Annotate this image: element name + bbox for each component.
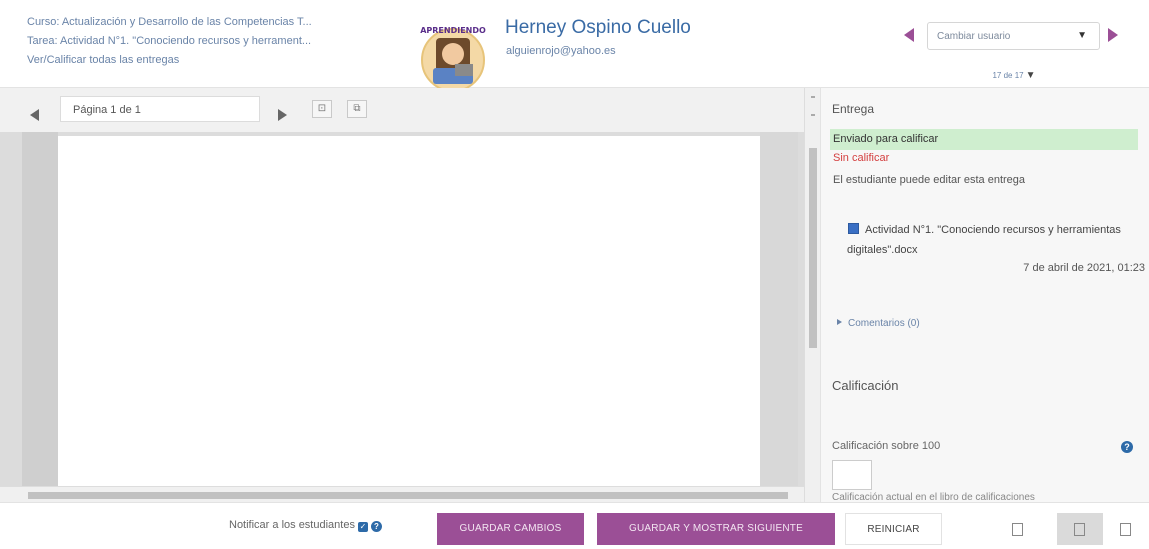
submission-panel: Entrega Enviado para calificar Sin calif… <box>820 88 1149 502</box>
view-all-submissions-link[interactable]: Ver/Calificar todas las entregas <box>27 51 387 70</box>
next-page-icon[interactable] <box>278 109 287 121</box>
vertical-scrollbar-thumb[interactable] <box>809 148 817 348</box>
save-and-show-next-button[interactable]: GUARDAR Y MOSTRAR SIGUIENTE <box>597 513 835 545</box>
layout-right-icon <box>1120 523 1131 536</box>
current-gradebook-grade: Calificación actual en el libro de calif… <box>832 492 1035 502</box>
previous-page-icon[interactable] <box>30 109 39 121</box>
previous-user-arrow-icon[interactable] <box>904 28 914 42</box>
notify-students-label: Notificar a los estudiantes <box>229 519 355 531</box>
course-info: Curso: Actualización y Desarrollo de las… <box>27 13 387 70</box>
notify-students-checkbox[interactable]: ✓ <box>357 522 368 532</box>
document-viewer: Página 1 de 1 ⊡ ⧉ <box>0 88 820 502</box>
user-email: alguienrojo@yahoo.es <box>506 45 616 57</box>
submitted-file: Actividad N°1. "Conociendo recursos y he… <box>847 220 1147 260</box>
user-count-text: 17 de 17 <box>992 71 1024 80</box>
chevron-down-icon: ▼ <box>1077 30 1087 41</box>
user-name[interactable]: Herney Ospino Cuello <box>505 17 691 39</box>
save-changes-button[interactable]: GUARDAR CAMBIOS <box>437 513 584 545</box>
help-icon[interactable]: ? <box>1121 441 1133 453</box>
grade-heading: Calificación <box>832 378 899 393</box>
horizontal-scrollbar[interactable] <box>0 486 804 502</box>
action-bar: Notificar a los estudiantes ✓? GUARDAR CA… <box>0 502 1149 549</box>
status-not-graded: Sin calificar <box>833 152 890 164</box>
layout-left-icon <box>1012 523 1023 536</box>
avatar[interactable]: APRENDIENDO <box>413 20 493 88</box>
viewer-toolbar: Página 1 de 1 ⊡ ⧉ <box>0 88 820 132</box>
vertical-scrollbar[interactable] <box>804 88 820 502</box>
horizontal-scrollbar-thumb[interactable] <box>28 492 788 499</box>
help-icon[interactable]: ? <box>370 521 382 532</box>
chevron-right-icon <box>837 319 842 325</box>
layout-split-icon <box>1074 523 1085 536</box>
comments-label: Comentarios (0) <box>848 318 920 329</box>
grade-label: Calificación sobre 100 <box>832 440 941 452</box>
status-submitted: Enviado para calificar <box>830 129 1138 150</box>
submission-title: Entrega <box>832 102 875 116</box>
layout-default-button[interactable] <box>1057 513 1103 545</box>
submitted-file-link[interactable]: Actividad N°1. "Conociendo recursos y he… <box>847 224 1121 256</box>
change-user-select[interactable]: Cambiar usuario ▼ <box>927 22 1100 50</box>
task-link[interactable]: Tarea: Actividad N°1. "Conociendo recurs… <box>27 32 387 51</box>
layout-collapse-review-button[interactable] <box>995 513 1041 545</box>
document-page[interactable] <box>58 136 760 490</box>
notify-students: Notificar a los estudiantes ✓? <box>229 519 382 532</box>
document-icon <box>848 223 859 234</box>
grading-header: Curso: Actualización y Desarrollo de las… <box>0 0 1149 88</box>
user-count: 17 de 17 ▼ <box>904 70 1124 81</box>
submitted-file-date: 7 de abril de 2021, 01:23 <box>1023 262 1145 274</box>
user-navigator: Cambiar usuario ▼ 17 de 17 ▼ <box>904 22 1124 81</box>
comments-toggle[interactable]: Comentarios (0) <box>837 318 920 329</box>
page-gutter-left <box>22 132 58 486</box>
status-editable: El estudiante puede editar esta entrega <box>833 174 1026 186</box>
avatar-banner-text: APRENDIENDO <box>420 26 486 35</box>
reset-button[interactable]: REINICIAR <box>845 513 942 545</box>
change-user-placeholder: Cambiar usuario <box>937 31 1011 42</box>
page-gutter-right <box>760 132 798 486</box>
rotate-icon[interactable]: ⧉ <box>347 100 367 118</box>
page-select[interactable]: Página 1 de 1 <box>60 96 260 122</box>
filter-icon[interactable]: ▼ <box>1026 70 1036 81</box>
layout-collapse-grade-button[interactable] <box>1103 513 1149 545</box>
zoom-fit-icon[interactable]: ⊡ <box>312 100 332 118</box>
grade-input[interactable] <box>832 460 872 490</box>
next-user-arrow-icon[interactable] <box>1108 28 1118 42</box>
course-link[interactable]: Curso: Actualización y Desarrollo de las… <box>27 13 387 32</box>
panel-resize-handle[interactable] <box>811 96 815 116</box>
page-area <box>0 132 804 490</box>
